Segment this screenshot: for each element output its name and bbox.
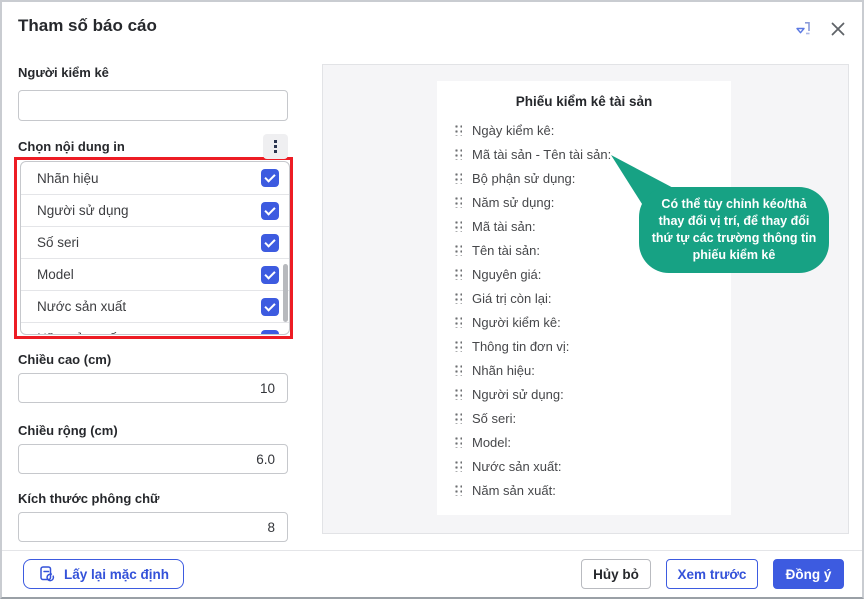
preview-field-label: Tên tài sản: xyxy=(472,242,540,258)
list-item-label: Người sử dụng xyxy=(37,203,129,218)
preview-field-row: Người sử dụng: xyxy=(437,382,731,406)
collapse-dialog-icon xyxy=(796,22,810,35)
window-controls xyxy=(794,18,849,40)
close-icon xyxy=(831,22,845,36)
preview-field-label: Năm sử dụng: xyxy=(472,194,555,210)
preview-field-label: Bộ phận sử dụng: xyxy=(472,170,576,186)
preview-title: Phiếu kiểm kê tài sản xyxy=(515,94,653,109)
preview-field-row: Nhãn hiệu: xyxy=(437,358,731,382)
preview-field-label: Nhãn hiệu: xyxy=(472,362,535,378)
preview-field-label: Nước sản xuất: xyxy=(472,458,562,474)
height-input[interactable] xyxy=(18,373,288,403)
preview-panel: Phiếu kiểm kê tài sản Ngày kiểm kê: Mã t… xyxy=(322,64,849,534)
list-item: Người sử dụng xyxy=(21,194,289,226)
preview-field-label: Thông tin đơn vị: xyxy=(472,338,570,354)
font-size-label: Kích thước phông chữ xyxy=(18,491,160,506)
print-content-list: Nhãn hiệu Người sử dụng Số seri Model Nư… xyxy=(20,161,290,335)
preview-field-label: Ngày kiểm kê: xyxy=(472,122,555,138)
height-label: Chiều cao (cm) xyxy=(18,352,112,367)
list-item: Số seri xyxy=(21,226,289,258)
list-item: Nước sản xuất xyxy=(21,290,289,322)
checkbox[interactable] xyxy=(261,233,279,252)
drag-handle-icon[interactable] xyxy=(454,196,462,208)
cancel-button[interactable]: Hủy bỏ xyxy=(581,559,651,589)
list-item-label: Năm sản xuất xyxy=(37,331,120,334)
highlight-box: Nhãn hiệu Người sử dụng Số seri Model Nư… xyxy=(14,157,293,339)
preview-field-label: Giá trị còn lại: xyxy=(472,290,552,306)
preview-field-label: Người sử dụng: xyxy=(472,386,564,402)
preview-field-label: Nguyên giá: xyxy=(472,266,542,282)
checkbox[interactable] xyxy=(261,265,279,284)
width-label: Chiều rộng (cm) xyxy=(18,423,118,438)
list-item-label: Model xyxy=(37,267,74,282)
reset-refresh-icon xyxy=(40,566,55,582)
drag-handle-icon[interactable] xyxy=(454,292,462,304)
reset-default-button[interactable]: Lấy lại mặc định xyxy=(23,559,185,589)
report-params-dialog: Tham số báo cáo Người kiểm kê Chọn nội d… xyxy=(0,0,864,599)
drag-handle-icon[interactable] xyxy=(454,172,462,184)
drag-handle-icon[interactable] xyxy=(454,268,462,280)
drag-handle-icon[interactable] xyxy=(454,460,462,472)
list-scrollbar[interactable] xyxy=(283,264,288,322)
page-title: Tham số báo cáo xyxy=(18,16,157,35)
print-content-label: Chọn nội dung in xyxy=(18,139,125,154)
drag-handle-icon[interactable] xyxy=(454,388,462,400)
checkbox[interactable] xyxy=(261,169,279,187)
width-input[interactable] xyxy=(18,444,288,474)
reset-default-label: Lấy lại mặc định xyxy=(64,566,170,582)
preview-field-row: Số seri: xyxy=(437,406,731,430)
preview-field-row: Năm sản xuất: xyxy=(437,478,731,502)
parameters-form: Người kiểm kê Chọn nội dung in Nhãn hiệu… xyxy=(14,64,293,542)
drag-handle-icon[interactable] xyxy=(454,364,462,376)
list-item: Nhãn hiệu xyxy=(21,162,289,194)
checkbox[interactable] xyxy=(261,201,279,220)
preview-field-row: Người kiểm kê: xyxy=(437,310,731,334)
font-size-input[interactable] xyxy=(18,512,288,542)
drag-handle-icon[interactable] xyxy=(454,340,462,352)
checkbox[interactable] xyxy=(261,297,279,316)
drag-handle-icon[interactable] xyxy=(454,412,462,424)
checkbox[interactable] xyxy=(261,329,279,334)
preview-field-label: Mã tài sản - Tên tài sản: xyxy=(472,146,612,162)
preview-button[interactable]: Xem trước xyxy=(666,559,758,589)
preview-field-row: Thông tin đơn vị: xyxy=(437,334,731,358)
preview-field-label: Model: xyxy=(472,434,512,450)
kebab-menu-icon[interactable] xyxy=(263,134,288,159)
list-item: Model xyxy=(21,258,289,290)
preview-field-label: Năm sản xuất: xyxy=(472,482,556,498)
preview-field-label: Số seri: xyxy=(472,410,517,426)
confirm-button[interactable]: Đồng ý xyxy=(773,559,844,589)
tooltip-bubble: Có thể tùy chỉnh kéo/thả thay đổi vị trí… xyxy=(639,187,829,273)
preview-field-label: Mã tài sản: xyxy=(472,218,536,234)
preview-card: Phiếu kiểm kê tài sản Ngày kiểm kê: Mã t… xyxy=(437,81,731,515)
list-item-label: Số seri xyxy=(37,235,80,250)
collapse-dialog-icon[interactable] xyxy=(794,18,816,40)
preview-field-label: Người kiểm kê: xyxy=(472,314,561,330)
drag-handle-icon[interactable] xyxy=(454,436,462,448)
list-item-label: Nước sản xuất xyxy=(37,299,127,314)
drag-handle-icon[interactable] xyxy=(454,148,462,160)
inspector-input[interactable] xyxy=(18,90,288,121)
footer: Lấy lại mặc định Hủy bỏ Xem trước Đồng ý xyxy=(2,550,862,597)
drag-handle-icon[interactable] xyxy=(454,484,462,496)
preview-field-row: Model: xyxy=(437,430,731,454)
drag-handle-icon[interactable] xyxy=(454,244,462,256)
preview-field-row: Giá trị còn lại: xyxy=(437,286,731,310)
drag-handle-icon[interactable] xyxy=(454,220,462,232)
preview-field-row: Nước sản xuất: xyxy=(437,454,731,478)
drag-handle-icon[interactable] xyxy=(454,124,462,136)
preview-field-row: Ngày kiểm kê: xyxy=(437,118,731,142)
list-item: Năm sản xuất xyxy=(21,322,289,334)
inspector-label: Người kiểm kê xyxy=(18,65,109,80)
close-icon[interactable] xyxy=(827,18,849,40)
list-item-label: Nhãn hiệu xyxy=(37,170,99,186)
drag-handle-icon[interactable] xyxy=(454,316,462,328)
